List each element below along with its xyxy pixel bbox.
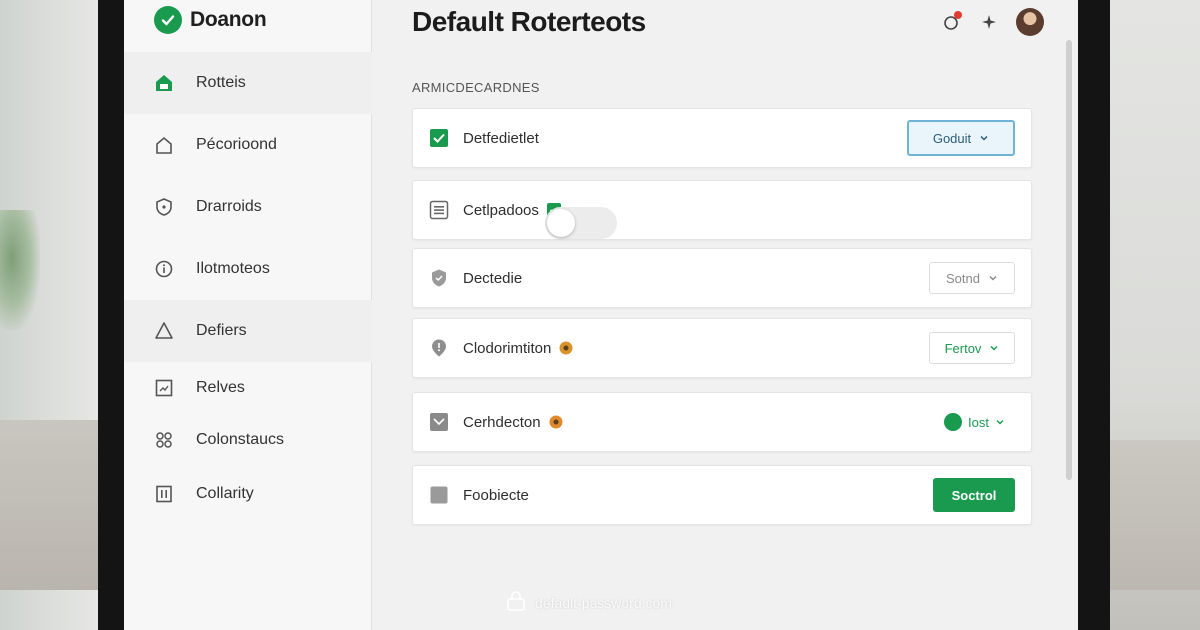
background-plant xyxy=(0,210,40,330)
status-value: Iost xyxy=(968,414,989,430)
checkbox-icon[interactable] xyxy=(429,412,449,432)
toggle-knob xyxy=(546,209,575,237)
main-content: Default Roterteots ARMICDECARDNES Detfed… xyxy=(372,0,1078,630)
sidebar-item-7[interactable]: Collarity xyxy=(124,466,372,522)
dropdown-value: Sotnd xyxy=(946,270,980,286)
list-icon xyxy=(429,200,449,220)
sidebar-item-3[interactable]: Ilotmoteos xyxy=(124,238,372,300)
notification-dot xyxy=(954,11,962,19)
setting-label: Clodorimtiton xyxy=(463,339,552,357)
setting-dropdown[interactable]: Goduit xyxy=(907,120,1015,156)
people-icon xyxy=(154,430,174,450)
sparkle-icon[interactable] xyxy=(978,11,1000,33)
setting-status-select[interactable]: Iost xyxy=(944,413,1015,431)
location-icon xyxy=(429,338,449,358)
dropdown-value: Fertov xyxy=(944,340,982,356)
setting-dropdown[interactable]: Fertov xyxy=(929,332,1015,364)
status-dot-icon xyxy=(944,413,963,431)
brand-name: Doanon xyxy=(190,8,267,31)
sidebar-item-label: Collarity xyxy=(196,485,254,502)
setting-row: Cetlpadoos xyxy=(412,180,1032,240)
setting-label-wrap: Cerhdecton xyxy=(463,414,563,431)
chevron-down-icon xyxy=(979,131,989,146)
background-shelf-left xyxy=(0,420,98,590)
shield-icon xyxy=(154,197,174,217)
setting-label: Detfedietlet xyxy=(463,129,539,147)
sidebar-item-2[interactable]: Drarroids xyxy=(124,176,372,238)
setting-row: Cerhdecton Iost xyxy=(412,392,1032,452)
setting-row: Detfedietlet Goduit xyxy=(412,108,1032,168)
chevron-down-icon xyxy=(995,415,1005,430)
sidebar-item-label: Ilotmoteos xyxy=(196,260,270,277)
sidebar: Doanon Rotteis Pécorioond Drarroids Ilot… xyxy=(124,0,372,630)
sidebar-item-label: Defiers xyxy=(196,322,247,339)
warning-badge-icon xyxy=(549,415,563,429)
info-icon xyxy=(154,259,174,279)
header-actions xyxy=(940,8,1044,36)
lock-icon xyxy=(505,590,527,615)
setting-label: Cerhdecton xyxy=(463,413,541,431)
warning-badge-icon xyxy=(559,341,573,355)
sidebar-item-1[interactable]: Pécorioond xyxy=(124,114,372,176)
house-outline-icon xyxy=(154,135,174,155)
chevron-down-icon xyxy=(989,341,999,356)
avatar[interactable] xyxy=(1016,8,1044,36)
sidebar-nav: Rotteis Pécorioond Drarroids Ilotmoteos xyxy=(124,52,372,522)
sidebar-item-4[interactable]: Defiers xyxy=(124,300,372,362)
chart-icon xyxy=(154,378,174,398)
setting-row: Foobiecte Soctrol xyxy=(412,465,1032,525)
background-shelf-right xyxy=(1105,440,1200,590)
home-icon xyxy=(154,73,174,93)
brand-logo-icon xyxy=(154,6,182,34)
scrollbar[interactable] xyxy=(1066,40,1072,480)
sidebar-item-5[interactable]: Relves xyxy=(124,362,372,414)
document-icon xyxy=(154,484,174,504)
notification-icon[interactable] xyxy=(940,11,962,33)
brand[interactable]: Doanon xyxy=(154,6,267,34)
sidebar-item-label: Colonstaucs xyxy=(196,431,285,448)
chevron-down-icon xyxy=(988,271,998,286)
sidebar-item-label: Relves xyxy=(196,379,245,396)
setting-row: Clodorimtiton Fertov xyxy=(412,318,1032,378)
page-title: Default Roterteots xyxy=(412,6,646,37)
sidebar-item-label: Rotteis xyxy=(196,74,246,91)
section-label: ARMICDECARDNES xyxy=(412,80,540,95)
sidebar-item-6[interactable]: Colonstaucs xyxy=(124,414,372,466)
setting-action-button[interactable]: Soctrol xyxy=(933,478,1015,512)
watermark: default-password.com xyxy=(505,590,672,615)
setting-row: Dectedie Sotnd xyxy=(412,248,1032,308)
setting-label: Cetlpadoos xyxy=(463,201,539,219)
setting-label: Dectedie xyxy=(463,269,523,287)
dropdown-value: Goduit xyxy=(932,130,972,146)
checkbox-checked-icon[interactable] xyxy=(429,128,449,148)
setting-label: Foobiecte xyxy=(463,486,529,504)
shield-icon xyxy=(429,268,449,288)
setting-toggle[interactable] xyxy=(544,207,617,239)
app-screen: Doanon Rotteis Pécorioond Drarroids Ilot… xyxy=(124,0,1078,630)
warning-icon xyxy=(154,321,174,341)
setting-label-wrap: Clodorimtiton xyxy=(463,340,573,357)
square-icon xyxy=(429,485,449,505)
sidebar-item-label: Drarroids xyxy=(196,198,262,215)
watermark-text: default-password.com xyxy=(535,594,672,611)
setting-dropdown[interactable]: Sotnd xyxy=(929,262,1015,294)
sidebar-item-0[interactable]: Rotteis xyxy=(124,52,372,114)
sidebar-item-label: Pécorioond xyxy=(196,136,277,153)
